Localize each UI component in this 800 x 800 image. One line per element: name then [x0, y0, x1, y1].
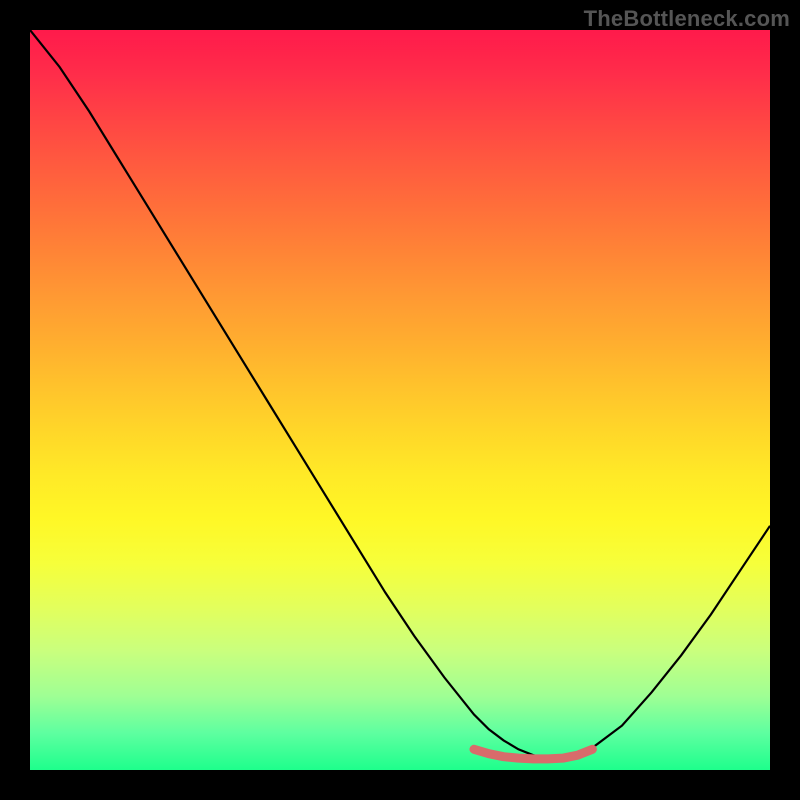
curve-layer: [30, 30, 770, 770]
plot-area: [30, 30, 770, 770]
bottleneck-curve-path: [30, 30, 770, 758]
watermark-label: TheBottleneck.com: [584, 6, 790, 32]
chart-frame: TheBottleneck.com: [0, 0, 800, 800]
